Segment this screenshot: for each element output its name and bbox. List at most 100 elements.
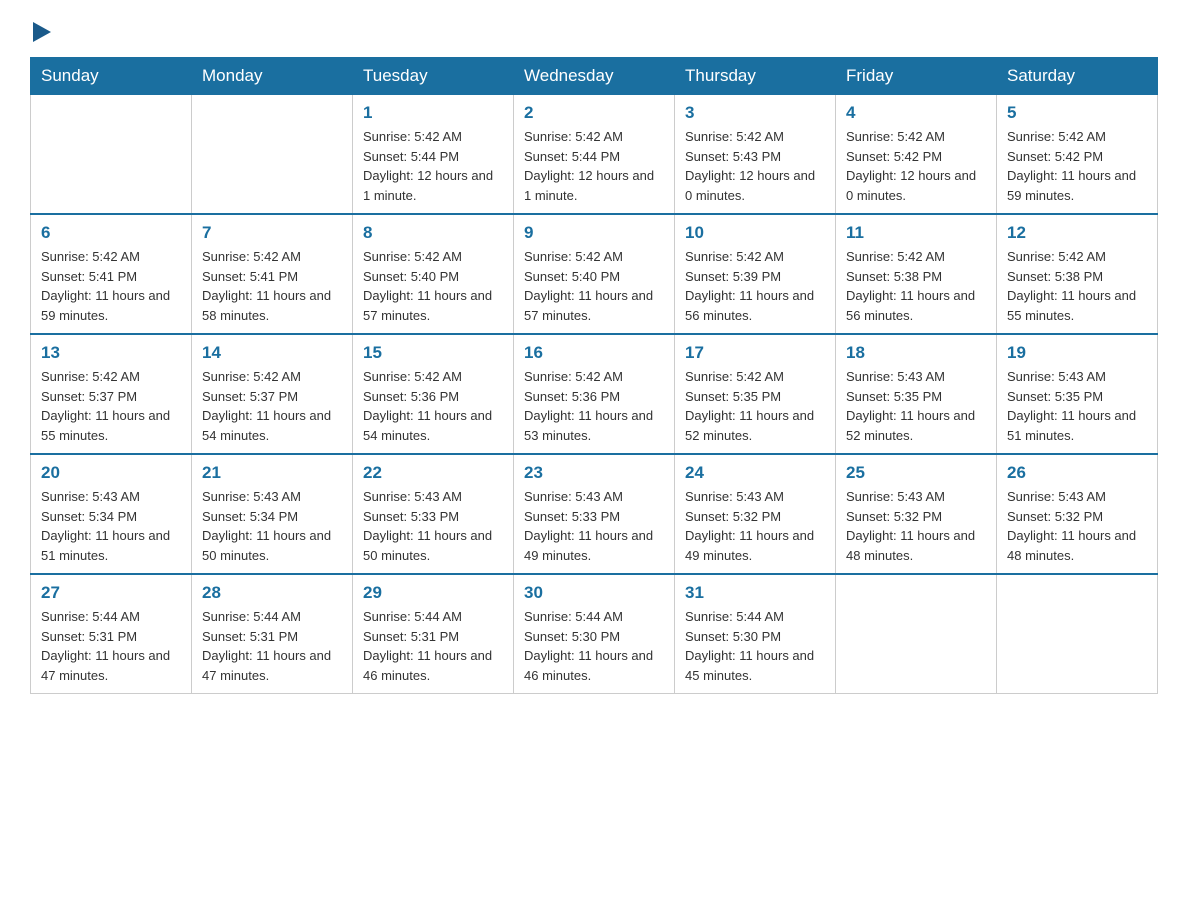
day-info: Sunrise: 5:42 AM Sunset: 5:42 PM Dayligh… [1007,127,1147,205]
table-row: 10 Sunrise: 5:42 AM Sunset: 5:39 PM Dayli… [675,214,836,334]
calendar-header-tuesday: Tuesday [353,58,514,95]
day-number: 1 [363,103,503,123]
day-info: Sunrise: 5:42 AM Sunset: 5:40 PM Dayligh… [524,247,664,325]
day-info: Sunrise: 5:42 AM Sunset: 5:41 PM Dayligh… [202,247,342,325]
day-info: Sunrise: 5:42 AM Sunset: 5:38 PM Dayligh… [846,247,986,325]
table-row: 5 Sunrise: 5:42 AM Sunset: 5:42 PM Daylig… [997,95,1158,215]
day-info: Sunrise: 5:42 AM Sunset: 5:44 PM Dayligh… [524,127,664,205]
day-info: Sunrise: 5:42 AM Sunset: 5:40 PM Dayligh… [363,247,503,325]
calendar-header-wednesday: Wednesday [514,58,675,95]
day-info: Sunrise: 5:42 AM Sunset: 5:43 PM Dayligh… [685,127,825,205]
day-info: Sunrise: 5:44 AM Sunset: 5:30 PM Dayligh… [524,607,664,685]
table-row: 4Sunrise: 5:42 AM Sunset: 5:42 PM Daylig… [836,95,997,215]
day-number: 13 [41,343,181,363]
table-row: 6 Sunrise: 5:42 AM Sunset: 5:41 PM Daylig… [31,214,192,334]
day-info: Sunrise: 5:43 AM Sunset: 5:32 PM Dayligh… [1007,487,1147,565]
day-info: Sunrise: 5:43 AM Sunset: 5:34 PM Dayligh… [41,487,181,565]
table-row: 15 Sunrise: 5:42 AM Sunset: 5:36 PM Dayli… [353,334,514,454]
page-header [30,20,1158,47]
table-row: 16Sunrise: 5:42 AM Sunset: 5:36 PM Dayli… [514,334,675,454]
day-number: 14 [202,343,342,363]
table-row: 12 Sunrise: 5:42 AM Sunset: 5:38 PM Dayli… [997,214,1158,334]
calendar-week-row: 13 Sunrise: 5:42 AM Sunset: 5:37 PM Dayli… [31,334,1158,454]
day-info: Sunrise: 5:42 AM Sunset: 5:37 PM Dayligh… [41,367,181,445]
day-info: Sunrise: 5:43 AM Sunset: 5:34 PM Dayligh… [202,487,342,565]
day-info: Sunrise: 5:42 AM Sunset: 5:41 PM Dayligh… [41,247,181,325]
day-number: 10 [685,223,825,243]
table-row: 18 Sunrise: 5:43 AM Sunset: 5:35 PM Dayli… [836,334,997,454]
day-info: Sunrise: 5:42 AM Sunset: 5:39 PM Dayligh… [685,247,825,325]
day-info: Sunrise: 5:44 AM Sunset: 5:30 PM Dayligh… [685,607,825,685]
day-number: 20 [41,463,181,483]
table-row [192,95,353,215]
table-row: 23 Sunrise: 5:43 AM Sunset: 5:33 PM Dayli… [514,454,675,574]
day-info: Sunrise: 5:42 AM Sunset: 5:37 PM Dayligh… [202,367,342,445]
table-row: 14 Sunrise: 5:42 AM Sunset: 5:37 PM Dayli… [192,334,353,454]
table-row: 29 Sunrise: 5:44 AM Sunset: 5:31 PM Dayli… [353,574,514,694]
day-number: 22 [363,463,503,483]
day-number: 5 [1007,103,1147,123]
table-row: 17 Sunrise: 5:42 AM Sunset: 5:35 PM Dayli… [675,334,836,454]
table-row [31,95,192,215]
day-info: Sunrise: 5:42 AM Sunset: 5:38 PM Dayligh… [1007,247,1147,325]
table-row: 20 Sunrise: 5:43 AM Sunset: 5:34 PM Dayli… [31,454,192,574]
table-row: 25 Sunrise: 5:43 AM Sunset: 5:32 PM Dayli… [836,454,997,574]
day-number: 23 [524,463,664,483]
table-row: 24Sunrise: 5:43 AM Sunset: 5:32 PM Dayli… [675,454,836,574]
table-row [836,574,997,694]
day-info: Sunrise: 5:44 AM Sunset: 5:31 PM Dayligh… [41,607,181,685]
calendar-header-friday: Friday [836,58,997,95]
day-number: 6 [41,223,181,243]
table-row: 28 Sunrise: 5:44 AM Sunset: 5:31 PM Dayli… [192,574,353,694]
table-row: 1 Sunrise: 5:42 AM Sunset: 5:44 PM Daylig… [353,95,514,215]
calendar-week-row: 1 Sunrise: 5:42 AM Sunset: 5:44 PM Daylig… [31,95,1158,215]
day-info: Sunrise: 5:43 AM Sunset: 5:32 PM Dayligh… [685,487,825,565]
table-row: 26 Sunrise: 5:43 AM Sunset: 5:32 PM Dayli… [997,454,1158,574]
calendar-header-sunday: Sunday [31,58,192,95]
calendar-header-monday: Monday [192,58,353,95]
day-info: Sunrise: 5:42 AM Sunset: 5:44 PM Dayligh… [363,127,503,205]
calendar-table: SundayMondayTuesdayWednesdayThursdayFrid… [30,57,1158,694]
day-number: 21 [202,463,342,483]
day-info: Sunrise: 5:42 AM Sunset: 5:35 PM Dayligh… [685,367,825,445]
day-number: 27 [41,583,181,603]
day-info: Sunrise: 5:44 AM Sunset: 5:31 PM Dayligh… [202,607,342,685]
table-row: 9 Sunrise: 5:42 AM Sunset: 5:40 PM Daylig… [514,214,675,334]
logo-arrow-icon [33,22,51,42]
table-row: 2 Sunrise: 5:42 AM Sunset: 5:44 PM Daylig… [514,95,675,215]
calendar-week-row: 20 Sunrise: 5:43 AM Sunset: 5:34 PM Dayli… [31,454,1158,574]
day-number: 4 [846,103,986,123]
table-row: 31 Sunrise: 5:44 AM Sunset: 5:30 PM Dayli… [675,574,836,694]
day-number: 19 [1007,343,1147,363]
day-number: 17 [685,343,825,363]
table-row: 3 Sunrise: 5:42 AM Sunset: 5:43 PM Daylig… [675,95,836,215]
day-info: Sunrise: 5:43 AM Sunset: 5:35 PM Dayligh… [846,367,986,445]
day-info: Sunrise: 5:43 AM Sunset: 5:33 PM Dayligh… [524,487,664,565]
day-number: 12 [1007,223,1147,243]
table-row [997,574,1158,694]
day-info: Sunrise: 5:43 AM Sunset: 5:33 PM Dayligh… [363,487,503,565]
day-info: Sunrise: 5:43 AM Sunset: 5:35 PM Dayligh… [1007,367,1147,445]
day-number: 26 [1007,463,1147,483]
day-number: 29 [363,583,503,603]
day-info: Sunrise: 5:43 AM Sunset: 5:32 PM Dayligh… [846,487,986,565]
table-row: 22 Sunrise: 5:43 AM Sunset: 5:33 PM Dayli… [353,454,514,574]
day-number: 9 [524,223,664,243]
day-info: Sunrise: 5:44 AM Sunset: 5:31 PM Dayligh… [363,607,503,685]
table-row: 27 Sunrise: 5:44 AM Sunset: 5:31 PM Dayli… [31,574,192,694]
table-row: 30Sunrise: 5:44 AM Sunset: 5:30 PM Dayli… [514,574,675,694]
day-number: 31 [685,583,825,603]
day-number: 11 [846,223,986,243]
day-number: 2 [524,103,664,123]
day-number: 16 [524,343,664,363]
day-number: 25 [846,463,986,483]
table-row: 19 Sunrise: 5:43 AM Sunset: 5:35 PM Dayli… [997,334,1158,454]
calendar-header-row: SundayMondayTuesdayWednesdayThursdayFrid… [31,58,1158,95]
day-info: Sunrise: 5:42 AM Sunset: 5:36 PM Dayligh… [363,367,503,445]
table-row: 8Sunrise: 5:42 AM Sunset: 5:40 PM Daylig… [353,214,514,334]
table-row: 11 Sunrise: 5:42 AM Sunset: 5:38 PM Dayli… [836,214,997,334]
day-number: 18 [846,343,986,363]
day-number: 3 [685,103,825,123]
day-number: 28 [202,583,342,603]
day-number: 15 [363,343,503,363]
